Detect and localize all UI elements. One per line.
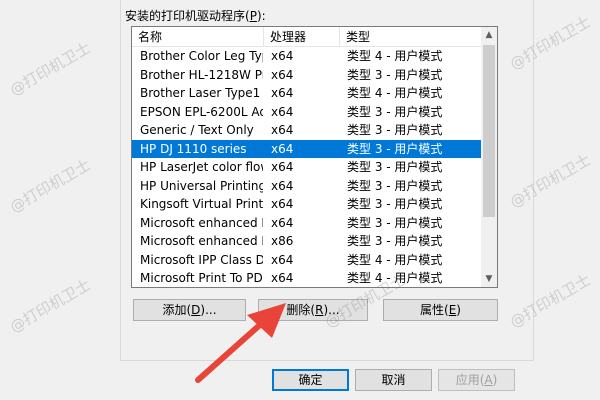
annotation-arrow-icon (195, 303, 286, 383)
arrow-shaft (195, 320, 265, 383)
